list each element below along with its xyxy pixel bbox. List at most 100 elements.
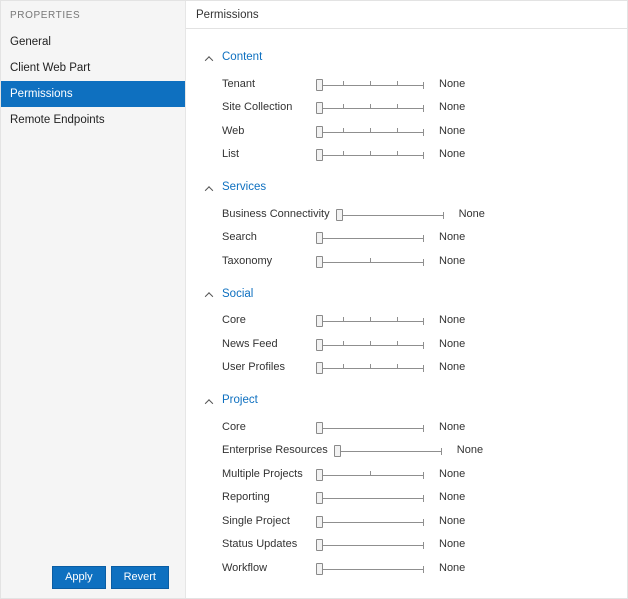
slider-thumb[interactable] (316, 232, 323, 245)
slider-thumb[interactable] (316, 492, 323, 505)
permission-value: None (439, 491, 466, 504)
slider-thumb[interactable] (316, 539, 323, 552)
permission-row: News Feed None (206, 332, 627, 356)
permission-row: Tenant None (206, 72, 627, 96)
permission-level-slider[interactable] (316, 124, 424, 138)
slider-track (316, 344, 424, 346)
permission-label: Enterprise Resources (222, 444, 328, 457)
section-title[interactable]: Content (222, 51, 262, 63)
slider-tick (397, 340, 398, 345)
sidebar-item-client-web-part[interactable]: Client Web Part (1, 55, 185, 81)
permission-label: Site Collection (222, 101, 293, 114)
revert-button[interactable]: Revert (110, 566, 169, 589)
slider-thumb[interactable] (316, 255, 323, 268)
slider-track (316, 521, 424, 523)
page-title: Permissions (186, 1, 627, 29)
permission-level-slider[interactable] (316, 254, 424, 268)
permission-level-slider[interactable] (316, 467, 424, 481)
slider-thumb[interactable] (316, 362, 323, 375)
permission-level-slider[interactable] (316, 537, 424, 552)
slider-end-tick (423, 542, 424, 550)
collapse-chevron-icon[interactable] (204, 292, 214, 301)
slider-tick (370, 364, 371, 369)
permission-level-slider[interactable] (316, 147, 424, 162)
slider-tick (397, 151, 398, 156)
sidebar-item-remote-endpoints[interactable]: Remote Endpoints (1, 107, 185, 133)
permission-level-slider[interactable] (316, 77, 424, 91)
slider-thumb[interactable] (333, 445, 341, 458)
slider-track (316, 427, 424, 429)
permission-value: None (456, 444, 484, 457)
section-project: Project Core None Enterprise Resources None M… (204, 392, 627, 580)
permission-level-slider[interactable] (316, 360, 424, 375)
slider-track (316, 261, 424, 263)
sidebar-item-permissions[interactable]: Permissions (1, 81, 185, 107)
permission-level-slider[interactable] (316, 337, 424, 351)
slider-tick (343, 340, 344, 345)
permission-level-slider[interactable] (316, 100, 424, 115)
slider-track (316, 238, 424, 240)
permission-level-slider[interactable] (335, 207, 444, 221)
permission-label: Business Connectivity (222, 207, 330, 220)
slider-thumb[interactable] (316, 468, 323, 481)
permission-label: Taxonomy (222, 254, 273, 267)
slider-thumb[interactable] (316, 125, 323, 138)
section-header: Social (204, 286, 627, 302)
slider-thumb[interactable] (316, 102, 323, 115)
permission-level-slider[interactable] (316, 420, 424, 434)
section-title[interactable]: Services (222, 181, 266, 193)
apply-button[interactable]: Apply (52, 566, 106, 589)
slider-thumb[interactable] (316, 421, 323, 434)
permission-level-slider[interactable] (316, 490, 424, 505)
permission-row: Search None (206, 226, 627, 250)
permission-value: None (439, 538, 466, 551)
section-title[interactable]: Project (222, 394, 258, 406)
permissions-panel: Permissions Content Tenant None Site Collec… (186, 1, 627, 598)
slider-thumb[interactable] (316, 562, 323, 575)
collapse-chevron-icon[interactable] (204, 55, 214, 65)
sidebar-item-general[interactable]: General (1, 29, 185, 55)
permission-value: None (439, 254, 466, 267)
permission-value: None (439, 561, 466, 574)
slider-end-tick (423, 495, 424, 503)
permission-row: Reporting None (206, 486, 627, 510)
slider-end-tick (423, 318, 424, 326)
permission-row: Core None (206, 309, 627, 333)
permission-row: Multiple Projects None (206, 462, 627, 486)
permission-label: Reporting (222, 491, 270, 504)
slider-tick (370, 127, 371, 132)
permission-label: Workflow (222, 561, 268, 574)
slider-track (316, 545, 424, 547)
slider-track (316, 321, 424, 323)
slider-thumb[interactable] (316, 78, 323, 91)
slider-track (316, 84, 424, 86)
slider-tick (343, 80, 344, 85)
slider-thumb[interactable] (335, 208, 343, 221)
section-title[interactable]: Social (222, 288, 253, 300)
permission-level-slider[interactable] (316, 561, 424, 575)
collapse-chevron-icon[interactable] (204, 398, 214, 408)
slider-thumb[interactable] (316, 149, 323, 162)
slider-end-tick (423, 128, 424, 136)
permission-level-slider[interactable] (333, 443, 442, 458)
section-header: Project (204, 392, 627, 408)
collapse-chevron-icon[interactable] (204, 185, 214, 195)
permission-level-slider[interactable] (316, 230, 424, 245)
slider-track (316, 131, 424, 133)
permission-value: None (439, 361, 466, 374)
slider-thumb[interactable] (316, 315, 323, 328)
permission-level-slider[interactable] (316, 313, 424, 328)
section-header: Content (204, 49, 627, 65)
slider-tick (370, 151, 371, 156)
slider-thumb[interactable] (316, 338, 323, 351)
slider-thumb[interactable] (316, 515, 323, 528)
slider-tick (397, 80, 398, 85)
permission-value: None (439, 314, 466, 327)
slider-end-tick (423, 81, 424, 89)
permission-value: None (439, 467, 466, 480)
slider-end-tick (423, 341, 424, 349)
permission-label: Web (222, 124, 245, 137)
permission-row: Taxonomy None (206, 249, 627, 273)
permission-level-slider[interactable] (316, 514, 424, 528)
slider-track (316, 568, 424, 570)
